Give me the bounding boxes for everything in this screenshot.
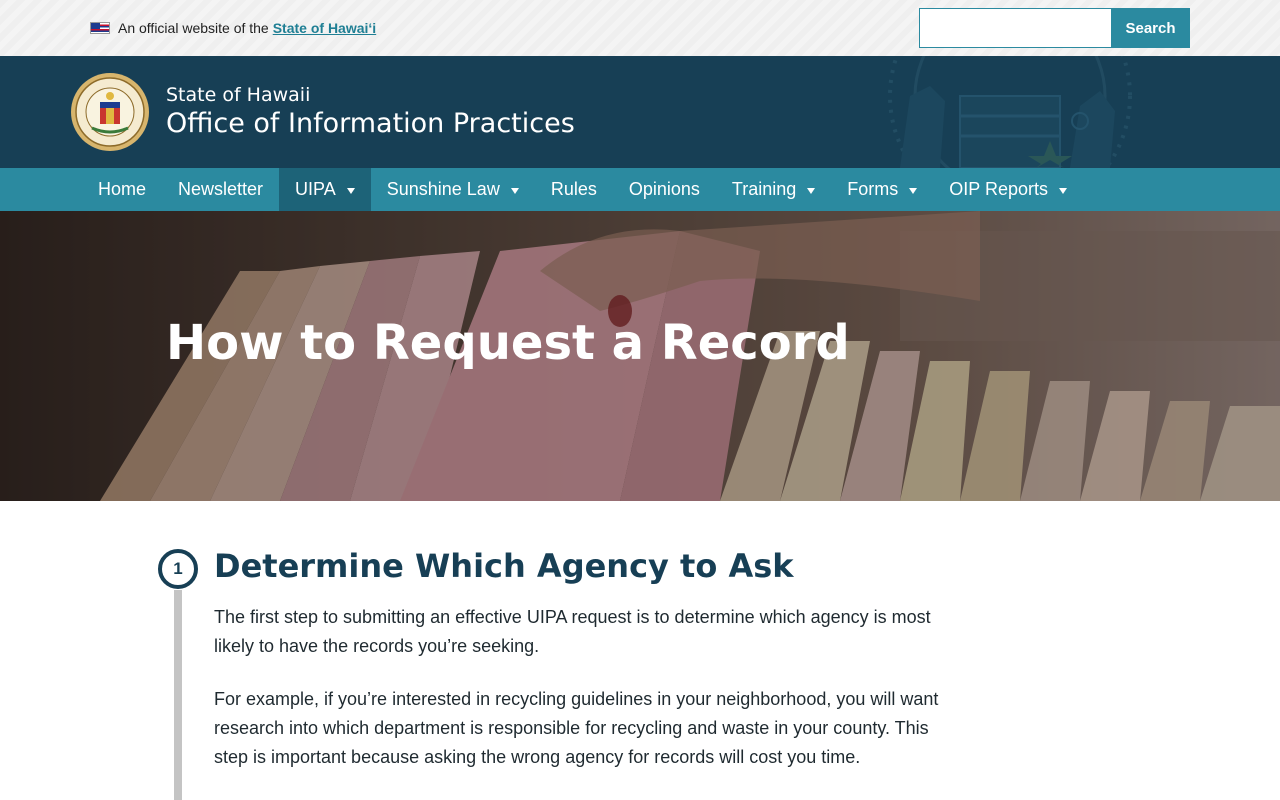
hawaii-flag-icon [90, 22, 110, 34]
nav-item-training[interactable]: Training [716, 168, 831, 211]
header-seal-background [888, 56, 1132, 168]
search-button[interactable]: Search [1111, 8, 1190, 48]
state-of-hawaii-link[interactable]: State of Hawaiʻi [273, 20, 376, 36]
nav-item-oip-reports[interactable]: OIP Reports [933, 168, 1083, 211]
nav-item-label: Rules [550, 179, 597, 199]
dropdown-caret-icon [807, 187, 816, 194]
step-paragraph: For example, if you’re interested in rec… [214, 689, 939, 767]
main-navigation: Home Newsletter UIPA Sunshine Law Rules … [0, 168, 1280, 211]
dropdown-caret-icon [346, 187, 355, 194]
nav-item-forms[interactable]: Forms [831, 168, 933, 211]
nav-item-home[interactable]: Home [82, 168, 162, 211]
official-notice: An official website of the State of Hawa… [90, 20, 376, 36]
nav-item-opinions[interactable]: Opinions [613, 168, 716, 211]
nav-list: Home Newsletter UIPA Sunshine Law Rules … [82, 168, 1083, 211]
step-number-badge: 1 [158, 549, 198, 589]
nav-item-rules[interactable]: Rules [535, 168, 613, 211]
step-heading: Determine Which Agency to Ask [214, 547, 794, 585]
page-title: How to Request a Record [166, 315, 850, 371]
step-paragraph: The first step to submitting an effectiv… [214, 607, 931, 656]
nav-item-label: UIPA [295, 179, 336, 199]
nav-item-uipa[interactable]: UIPA [279, 168, 371, 211]
dropdown-caret-icon [1059, 187, 1067, 194]
nav-item-label: Forms [847, 179, 899, 199]
nav-item-label: Training [731, 179, 797, 199]
site-title[interactable]: Office of Information Practices [166, 108, 575, 139]
site-header: State of Hawaii Office of Information Pr… [0, 56, 1280, 168]
nav-item-label: Sunshine Law [386, 179, 500, 199]
search-form: Search [919, 8, 1190, 48]
dropdown-caret-icon [909, 187, 918, 194]
nav-item-label: Home [98, 179, 147, 199]
hero-banner: How to Request a Record [0, 211, 1280, 501]
official-banner: An official website of the State of Hawa… [0, 0, 1280, 56]
dropdown-caret-icon [510, 187, 519, 194]
official-text: An official website of the [118, 20, 269, 36]
search-input[interactable] [919, 8, 1111, 48]
nav-item-newsletter[interactable]: Newsletter [162, 168, 279, 211]
nav-item-label: Opinions [628, 179, 700, 199]
nav-item-label: Newsletter [178, 179, 264, 199]
nav-item-label: OIP Reports [949, 179, 1048, 199]
step-timeline-line [174, 590, 182, 800]
state-seal-logo [71, 73, 149, 151]
site-subtitle: State of Hawaii [166, 84, 311, 106]
nav-item-sunshine-law[interactable]: Sunshine Law [371, 168, 535, 211]
